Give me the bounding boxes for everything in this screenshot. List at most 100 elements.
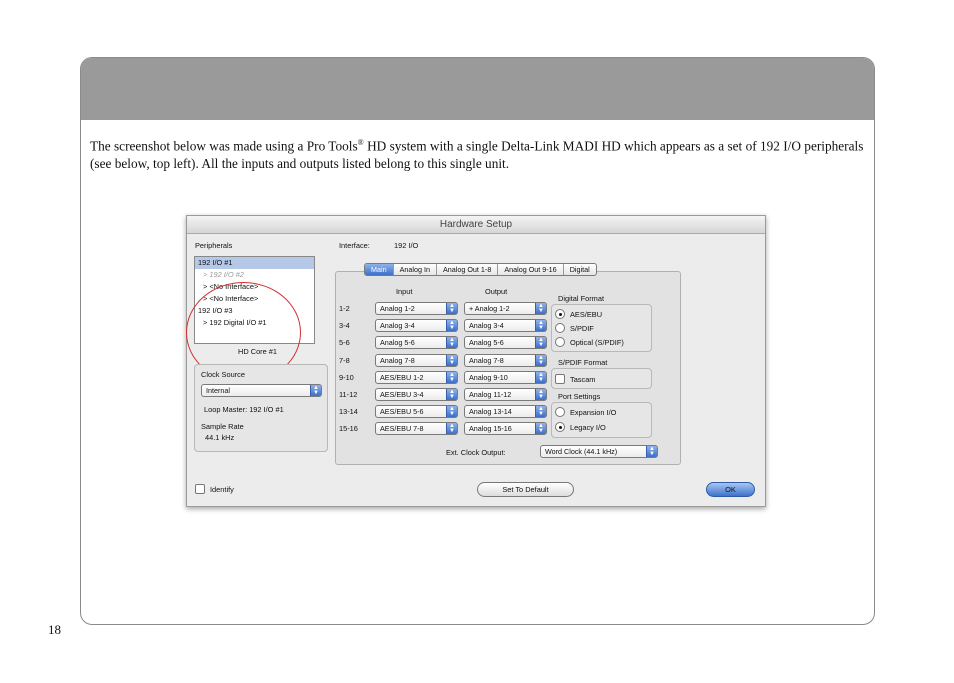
peripherals-list[interactable]: 192 I/O #1 > 192 I/O #2 > <No Interface>… <box>186 256 315 383</box>
stepper-arrows-icon: ▲ ▼ <box>535 337 546 349</box>
output-select[interactable]: Analog 7-8 ▲ ▼ <box>464 353 547 367</box>
digital-format-group: AES/EBU S/PDIF Optical (S/PDIF) <box>551 304 652 352</box>
tab-analog-in[interactable]: Analog In <box>394 264 437 275</box>
channel-label: 1-2 <box>339 304 350 313</box>
stepper-arrows-icon: ▲ ▼ <box>646 446 657 457</box>
output-header: Output <box>485 287 508 296</box>
identify-label: Identify <box>210 485 234 494</box>
radio-optical[interactable] <box>555 337 565 347</box>
ext-clock-value: Word Clock (44.1 kHz) <box>545 447 618 456</box>
input-select[interactable]: Analog 5-6 ▲ ▼ <box>375 336 458 350</box>
output-select[interactable]: Analog 11-12 ▲ ▼ <box>464 388 547 401</box>
output-value: Analog 13-14 <box>469 407 512 417</box>
option-expansion-io: Expansion I/O <box>570 408 617 417</box>
input-select[interactable]: AES/EBU 7-8 ▲ ▼ <box>375 422 458 436</box>
output-value: Analog 7-8 <box>469 355 504 365</box>
channel-label: 7-8 <box>339 355 350 365</box>
set-to-default-button[interactable]: Set To Default <box>477 482 574 497</box>
output-value: Analog 3-4 <box>469 321 504 331</box>
stepper-arrows-icon: ▲ ▼ <box>446 337 457 349</box>
interface-value: 192 I/O <box>394 241 419 250</box>
peripheral-item[interactable]: 192 I/O #1 <box>195 257 314 269</box>
input-select[interactable]: Analog 3-4 ▲ ▼ <box>375 319 458 333</box>
tab-main[interactable]: Main <box>365 264 394 275</box>
input-select[interactable]: Analog 7-8 ▲ ▼ <box>375 353 458 367</box>
channel-label: 5-6 <box>339 338 350 348</box>
output-select[interactable]: Analog 15-16 ▲ ▼ <box>464 422 547 436</box>
channel-label: 13-14 <box>339 407 358 417</box>
stepper-arrows-icon: ▲ ▼ <box>535 406 546 418</box>
clock-source-group: Clock Source Internal ▲ ▼ Loop Master: 192… <box>194 364 328 452</box>
tab-analog-out-9-16[interactable]: Analog Out 9-16 <box>498 264 564 275</box>
header-band <box>81 58 874 120</box>
input-select[interactable]: AES/EBU 1-2 ▲ ▼ <box>375 370 458 384</box>
tascam-label: Tascam <box>570 375 596 384</box>
channel-label: 11-12 <box>339 390 358 399</box>
output-select[interactable]: Analog 13-14 ▲ ▼ <box>464 405 547 419</box>
input-select[interactable]: AES/EBU 5-6 ▲ ▼ <box>375 405 458 419</box>
input-header: Input <box>396 287 413 296</box>
input-value: AES/EBU 5-6 <box>380 407 424 417</box>
channel-label: 15-16 <box>339 424 358 434</box>
input-value: AES/EBU 3-4 <box>380 390 424 399</box>
stepper-arrows-icon: ▲ ▼ <box>446 320 457 332</box>
port-settings-label: Port Settings <box>558 392 601 401</box>
radio-expansion-io[interactable] <box>555 407 565 417</box>
sample-rate-label: Sample Rate <box>201 422 244 431</box>
channel-label: 9-10 <box>339 372 354 382</box>
output-select[interactable]: Analog 5-6 ▲ ▼ <box>464 336 547 350</box>
clock-source-label: Clock Source <box>201 370 245 379</box>
input-select[interactable]: AES/EBU 3-4 ▲ ▼ <box>375 388 458 401</box>
output-value: + Analog 1-2 <box>469 304 510 313</box>
stepper-arrows-icon: ▲ ▼ <box>446 371 457 383</box>
stepper-arrows-icon: ▲ ▼ <box>446 406 457 418</box>
interface-label: Interface: <box>339 241 370 250</box>
option-spdif: S/PDIF <box>570 324 594 333</box>
output-select[interactable]: Analog 3-4 ▲ ▼ <box>464 319 547 333</box>
output-value: Analog 15-16 <box>469 424 512 434</box>
radio-aes-ebu[interactable] <box>555 309 565 319</box>
stepper-arrows-icon: ▲ ▼ <box>535 303 546 314</box>
stepper-arrows-icon: ▲ ▼ <box>535 320 546 332</box>
input-value: Analog 3-4 <box>380 321 415 331</box>
port-settings-group: Expansion I/O Legacy I/O <box>551 402 652 438</box>
input-select[interactable]: Analog 1-2 ▲ ▼ <box>375 302 458 315</box>
input-value: Analog 7-8 <box>380 355 415 365</box>
sample-rate-value: 44.1 kHz <box>205 433 235 442</box>
output-value: Analog 5-6 <box>469 338 504 348</box>
stepper-arrows-icon: ▲ ▼ <box>446 354 457 366</box>
output-select[interactable]: + Analog 1-2 ▲ ▼ <box>464 302 547 315</box>
stepper-arrows-icon: ▲ ▼ <box>535 423 546 435</box>
stepper-arrows-icon: ▲ ▼ <box>535 389 546 400</box>
clock-source-select[interactable]: Internal ▲ ▼ <box>201 384 322 397</box>
output-value: Analog 11-12 <box>469 390 512 399</box>
identify-checkbox[interactable] <box>195 484 205 494</box>
output-select[interactable]: Analog 9-10 ▲ ▼ <box>464 370 547 384</box>
loop-master-text: Loop Master: 192 I/O #1 <box>204 405 284 414</box>
ok-button[interactable]: OK <box>706 482 755 497</box>
ext-clock-label: Ext. Clock Output: <box>446 448 506 457</box>
tab-bar: Main Analog In Analog Out 1-8 Analog Out… <box>364 263 597 276</box>
intro-paragraph: The screenshot below was made using a Pr… <box>90 138 864 172</box>
radio-legacy-io[interactable] <box>555 422 565 432</box>
stepper-arrows-icon: ▲ ▼ <box>446 303 457 314</box>
tab-analog-out-1-8[interactable]: Analog Out 1-8 <box>437 264 499 275</box>
stepper-arrows-icon: ▲ ▼ <box>535 371 546 383</box>
option-optical: Optical (S/PDIF) <box>570 338 624 347</box>
ext-clock-select[interactable]: Word Clock (44.1 kHz) ▲ ▼ <box>540 445 658 458</box>
stepper-arrows-icon: ▲ ▼ <box>446 389 457 400</box>
stepper-arrows-icon: ▲ ▼ <box>535 354 546 366</box>
spdif-format-label: S/PDIF Format <box>558 358 608 367</box>
stepper-arrows-icon: ▲ ▼ <box>446 423 457 435</box>
output-value: Analog 9-10 <box>469 372 508 382</box>
clock-source-value: Internal <box>206 386 230 395</box>
peripheral-item[interactable]: > 192 I/O #2 <box>195 269 314 281</box>
hd-core-label: HD Core #1 <box>238 347 278 356</box>
radio-spdif[interactable] <box>555 323 565 333</box>
input-value: Analog 1-2 <box>380 304 415 313</box>
input-value: Analog 5-6 <box>380 338 415 348</box>
tab-digital[interactable]: Digital <box>564 264 596 275</box>
stepper-arrows-icon: ▲ ▼ <box>310 385 321 396</box>
digital-format-label: Digital Format <box>558 294 604 303</box>
tascam-checkbox[interactable] <box>555 374 565 384</box>
